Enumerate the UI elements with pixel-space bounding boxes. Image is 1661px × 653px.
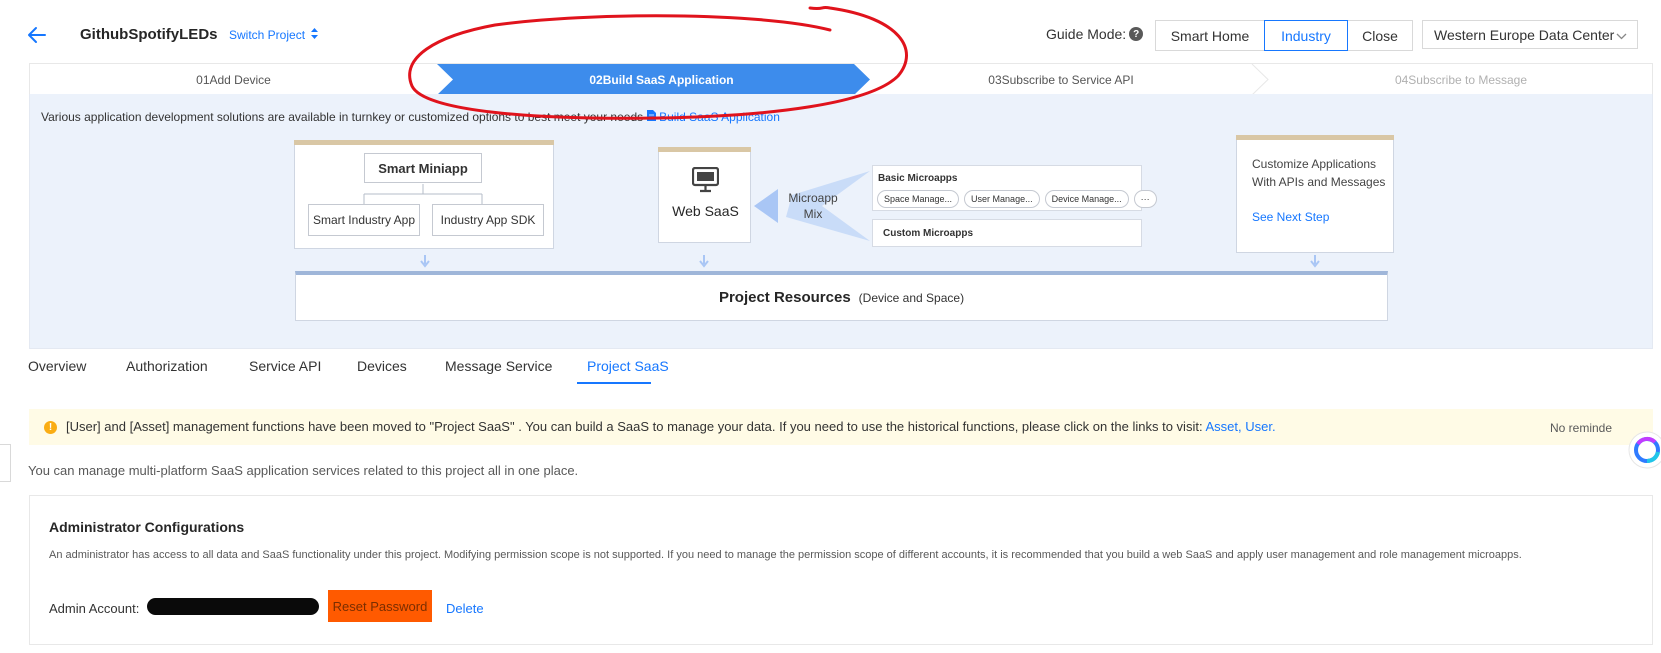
tab-message-service[interactable]: Message Service — [445, 358, 552, 374]
step-add-device[interactable]: 01Add Device — [30, 64, 437, 95]
red-annotation-circle — [408, 5, 908, 120]
mode-smart-home-button[interactable]: Smart Home — [1155, 20, 1265, 51]
basic-microapps-pills: Space Manage... User Manage... Device Ma… — [877, 190, 1157, 208]
asset-link[interactable]: Asset, — [1205, 419, 1241, 434]
active-tab-underline — [577, 382, 651, 384]
custom-microapps-card: Custom Microapps — [872, 219, 1142, 247]
guide-mode: Guide Mode: ? — [1046, 26, 1144, 42]
tab-project-saas[interactable]: Project SaaS — [587, 358, 669, 374]
tab-service-api[interactable]: Service API — [249, 358, 321, 374]
pill-device-manage: Device Manage... — [1044, 190, 1129, 208]
microapp-mix-label: Microapp Mix — [788, 191, 838, 221]
project-resources-label: Project Resources — [718, 289, 851, 306]
admin-config-card — [29, 495, 1653, 645]
basic-microapps-label: Basic Microapps — [878, 173, 958, 184]
pill-user-manage: User Manage... — [964, 190, 1040, 208]
web-saas-card: Web SaaS — [658, 147, 751, 243]
admin-account-label: Admin Account: — [49, 601, 140, 616]
smart-miniapp-box: Smart Miniapp — [364, 153, 482, 183]
notice-text: [User] and [Asset] management functions … — [66, 419, 1276, 434]
guide-mode-group: Smart Home Industry Close — [1155, 20, 1413, 51]
page-description: You can manage multi-platform SaaS appli… — [28, 463, 579, 478]
user-link[interactable]: User. — [1245, 419, 1275, 434]
monitor-icon — [691, 166, 720, 196]
redacted-account — [147, 598, 319, 615]
arrow-down-icon — [1310, 255, 1320, 268]
industry-app-sdk-box: Industry App SDK — [432, 204, 544, 236]
guide-mode-label: Guide Mode: — [1046, 26, 1127, 42]
mode-industry-button[interactable]: Industry — [1264, 20, 1348, 51]
region-value: Western Europe Data Center — [1434, 26, 1615, 43]
smart-miniapp-card: Smart Miniapp Smart Industry App Industr… — [294, 140, 554, 249]
pill-more: ··· — [1133, 190, 1157, 208]
step-subscribe-message[interactable]: 04Subscribe to Message — [1268, 64, 1654, 95]
reset-password-button[interactable]: Reset Password — [328, 590, 432, 622]
project-resources-sub: (Device and Space) — [858, 290, 965, 305]
question-icon[interactable]: ? — [1129, 27, 1144, 41]
arrow-down-icon — [420, 255, 430, 268]
smart-industry-app-box: Smart Industry App — [308, 204, 420, 236]
switch-project-label: Switch Project — [229, 28, 306, 42]
web-saas-label: Web SaaS — [672, 203, 739, 219]
project-resources-bar: Project Resources (Device and Space) — [295, 271, 1388, 321]
customize-card: Customize Applications With APIs and Mes… — [1236, 135, 1394, 253]
side-panel-handle[interactable] — [0, 444, 11, 482]
project-name: GithubSpotifyLEDs — [80, 26, 218, 43]
custom-microapps-label: Custom Microapps — [883, 228, 974, 239]
pill-space-manage: Space Manage... — [877, 190, 960, 208]
tab-authorization[interactable]: Authorization — [126, 358, 208, 374]
notice-message: [User] and [Asset] management functions … — [66, 419, 1203, 434]
region-select[interactable]: Western Europe Data Center — [1422, 20, 1638, 49]
step-subscribe-api[interactable]: 03Subscribe to Service API — [870, 64, 1252, 95]
card-top-accent — [658, 147, 751, 152]
arrow-down-icon — [699, 255, 709, 268]
assistant-icon[interactable] — [1625, 430, 1661, 470]
admin-config-title: Administrator Configurations — [49, 519, 245, 535]
mode-close-button[interactable]: Close — [1347, 20, 1413, 51]
delete-link[interactable]: Delete — [446, 601, 484, 616]
tab-devices[interactable]: Devices — [357, 358, 407, 374]
sort-icon — [311, 28, 319, 42]
admin-config-description: An administrator has access to all data … — [49, 549, 1522, 561]
tab-overview[interactable]: Overview — [28, 358, 86, 374]
see-next-step-link[interactable]: See Next Step — [1252, 210, 1329, 224]
switch-project-link[interactable]: Switch Project — [229, 28, 319, 42]
basic-microapps-card: Basic Microapps Space Manage... User Man… — [872, 165, 1157, 211]
chevron-down-icon — [1616, 27, 1627, 43]
back-arrow-icon[interactable] — [26, 24, 48, 46]
warning-icon: ! — [44, 421, 57, 434]
customize-text: Customize Applications With APIs and Mes… — [1252, 157, 1386, 189]
card-top-accent — [1236, 135, 1394, 140]
